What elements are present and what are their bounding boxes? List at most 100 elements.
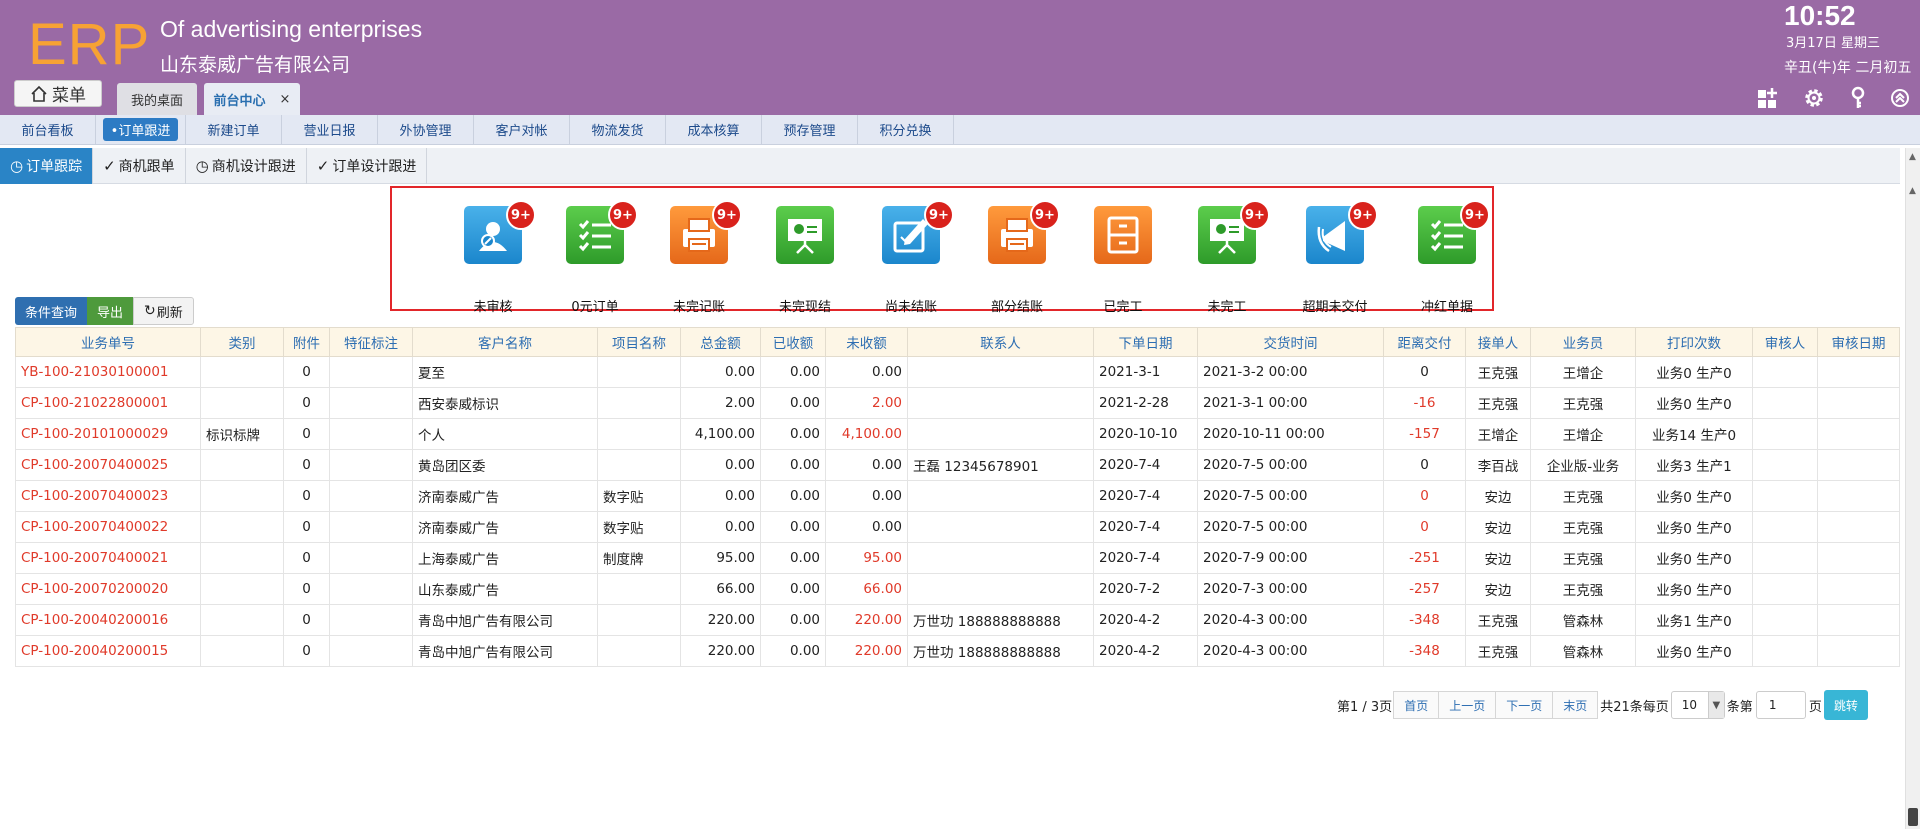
column-header[interactable]: 客户名称 <box>412 327 598 357</box>
module-customer-reconcile[interactable]: 客户对帐 <box>474 114 570 145</box>
export-button[interactable]: 导出 <box>87 297 134 325</box>
order-number-link[interactable]: CP-100-21022800001 <box>15 387 201 419</box>
column-header[interactable]: 总金额 <box>680 327 761 357</box>
table-cell <box>200 542 284 574</box>
module-logistics[interactable]: 物流发货 <box>570 114 666 145</box>
module-outsourcing[interactable]: 外协管理 <box>378 114 474 145</box>
table-row[interactable]: CP-100-20070400021 0 上海泰威广告 制度牌 95.00 0.00 95.… <box>15 542 1900 574</box>
column-header[interactable]: 接单人 <box>1465 327 1531 357</box>
column-header[interactable]: 下单日期 <box>1093 327 1198 357</box>
order-number-link[interactable]: CP-100-20070400023 <box>15 480 201 512</box>
clock-date: 3月17日 星期三 <box>1786 36 1880 51</box>
column-header[interactable]: 联系人 <box>907 327 1094 357</box>
next-page-button[interactable]: 下一页 <box>1495 691 1554 719</box>
order-number-link[interactable]: CP-100-20070400025 <box>15 449 201 481</box>
table-row[interactable]: CP-100-21022800001 0 西安泰威标识 2.00 0.00 2.00 202… <box>15 387 1900 419</box>
table-row[interactable]: CP-100-20070400025 0 黄岛团区委 0.00 0.00 0.00 王磊 1… <box>15 449 1900 481</box>
table-cell: 黄岛团区委 <box>412 449 598 481</box>
check-icon: ✓ <box>103 157 116 175</box>
collapse-icon[interactable] <box>1888 86 1912 110</box>
count-badge: 9+ <box>506 200 536 230</box>
column-header[interactable]: 项目名称 <box>597 327 681 357</box>
tile-1[interactable]: 9+ 未审核 <box>442 200 536 315</box>
table-cell: 0 <box>1383 449 1466 481</box>
orders-table: 业务单号 类别 附件 特征标注 客户名称 项目名称 总金额 已收额 未收额 联系人 下单日期 交货时间… <box>15 327 1900 667</box>
subtab-opportunity[interactable]: ✓ 商机跟单 <box>93 148 186 184</box>
scroll-up-icon[interactable]: ▲ <box>1909 152 1916 162</box>
page-number-input[interactable]: 1 <box>1755 691 1806 719</box>
tile-9[interactable]: 9+ 超期未交付 <box>1284 200 1378 315</box>
subtab-order-tracking[interactable]: ◷ 订单跟踪 <box>0 148 94 184</box>
module-daily-report[interactable]: 营业日报 <box>282 114 378 145</box>
column-header[interactable]: 打印次数 <box>1635 327 1753 357</box>
column-header[interactable]: 业务员 <box>1530 327 1636 357</box>
table-row[interactable]: CP-100-20070200020 0 山东泰威广告 66.00 0.00 66.00 2… <box>15 573 1900 605</box>
order-number-link[interactable]: CP-100-20040200016 <box>15 604 201 636</box>
column-header[interactable]: 附件 <box>283 327 330 357</box>
tab-front-center[interactable]: 前台中心 × <box>204 83 300 115</box>
order-number-link[interactable]: YB-100-21030100001 <box>15 356 201 388</box>
table-cell: 2020-7-4 <box>1093 449 1198 481</box>
table-cell: 0.00 <box>680 449 761 481</box>
module-cost-accounting[interactable]: 成本核算 <box>666 114 762 145</box>
scrollbar-thumb[interactable] <box>1908 808 1918 826</box>
subtab-label: 商机设计跟进 <box>211 159 296 175</box>
order-number-link[interactable]: CP-100-20070200020 <box>15 573 201 605</box>
column-header[interactable]: 距离交付 <box>1383 327 1466 357</box>
table-cell: 管森林 <box>1530 604 1636 636</box>
column-header[interactable]: 特征标注 <box>329 327 413 357</box>
module-order-followup[interactable]: •订单跟进 <box>96 114 186 145</box>
tile-6[interactable]: 9+ 部分结账 <box>966 200 1060 315</box>
order-number-link[interactable]: CP-100-20040200015 <box>15 635 201 667</box>
table-cell: 0.00 <box>760 573 826 605</box>
table-cell: 95.00 <box>680 542 761 574</box>
tile-4[interactable]: 未完现结 <box>754 206 844 315</box>
tile-3[interactable]: 9+ 未完记账 <box>648 200 742 315</box>
tile-8[interactable]: 9+ 未完工 <box>1176 200 1270 315</box>
table-row[interactable]: CP-100-20070400022 0 济南泰威广告 数字贴 0.00 0.00 0.00… <box>15 511 1900 543</box>
tile-label: 未审核 <box>473 300 513 315</box>
key-icon[interactable] <box>1846 86 1870 110</box>
refresh-button[interactable]: ↻ 刷新 <box>133 297 194 325</box>
column-header[interactable]: 未收额 <box>825 327 908 357</box>
table-cell <box>200 480 284 512</box>
table-row[interactable]: CP-100-20101000029 标识标牌 0 个人 4,100.00 0.00 4,1… <box>15 418 1900 450</box>
module-front-board[interactable]: 前台看板 <box>0 114 96 145</box>
tile-2[interactable]: 9+ 0元订单 <box>544 200 638 315</box>
module-new-order[interactable]: 新建订单 <box>186 114 282 145</box>
first-page-button[interactable]: 首页 <box>1393 691 1440 719</box>
tab-my-desktop[interactable]: 我的桌面 <box>117 83 197 115</box>
table-cell: 业务0 生产0 <box>1635 356 1753 388</box>
table-row[interactable]: YB-100-21030100001 0 夏至 0.00 0.00 0.00 2021-3-… <box>15 356 1900 388</box>
tile-7[interactable]: 已完工 <box>1072 206 1162 315</box>
query-button[interactable]: 条件查询 <box>15 297 88 325</box>
order-number-link[interactable]: CP-100-20070400022 <box>15 511 201 543</box>
order-number-link[interactable]: CP-100-20101000029 <box>15 418 201 450</box>
column-header[interactable]: 审核人 <box>1752 327 1818 357</box>
subtab-opportunity-design[interactable]: ◷ 商机设计跟进 <box>186 148 307 184</box>
column-header[interactable]: 交货时间 <box>1197 327 1384 357</box>
table-row[interactable]: CP-100-20040200015 0 青岛中旭广告有限公司 220.00 0.00 2… <box>15 635 1900 667</box>
subtab-order-design[interactable]: ✓ 订单设计跟进 <box>307 148 428 184</box>
column-header[interactable]: 业务单号 <box>15 327 201 357</box>
page-size-select[interactable]: 10 ▼ <box>1670 691 1725 719</box>
module-points-exchange[interactable]: 积分兑换 <box>858 114 954 145</box>
grid-add-icon[interactable] <box>1756 86 1780 110</box>
tile-10[interactable]: 9+ 冲红单据 <box>1396 200 1490 315</box>
menu-button[interactable]: 菜单 <box>14 80 102 107</box>
prev-page-button[interactable]: 上一页 <box>1438 691 1497 719</box>
scroll-up-icon[interactable]: ▲ <box>1909 186 1916 196</box>
order-number-link[interactable]: CP-100-20070400021 <box>15 542 201 574</box>
close-icon[interactable]: × <box>280 92 291 107</box>
column-header[interactable]: 已收额 <box>760 327 826 357</box>
jump-button[interactable]: 跳转 <box>1823 690 1868 720</box>
last-page-button[interactable]: 末页 <box>1552 691 1599 719</box>
gear-icon[interactable] <box>1802 86 1826 110</box>
table-row[interactable]: CP-100-20070400023 0 济南泰威广告 数字贴 0.00 0.00 0.00… <box>15 480 1900 512</box>
column-header[interactable]: 类别 <box>200 327 284 357</box>
tile-5[interactable]: 9+ 尚未结账 <box>860 200 954 315</box>
module-prepaid[interactable]: 预存管理 <box>762 114 858 145</box>
table-row[interactable]: CP-100-20040200016 0 青岛中旭广告有限公司 220.00 0.00 2… <box>15 604 1900 636</box>
vertical-scrollbar[interactable]: ▲ ▲ <box>1905 148 1920 829</box>
column-header[interactable]: 审核日期 <box>1817 327 1900 357</box>
